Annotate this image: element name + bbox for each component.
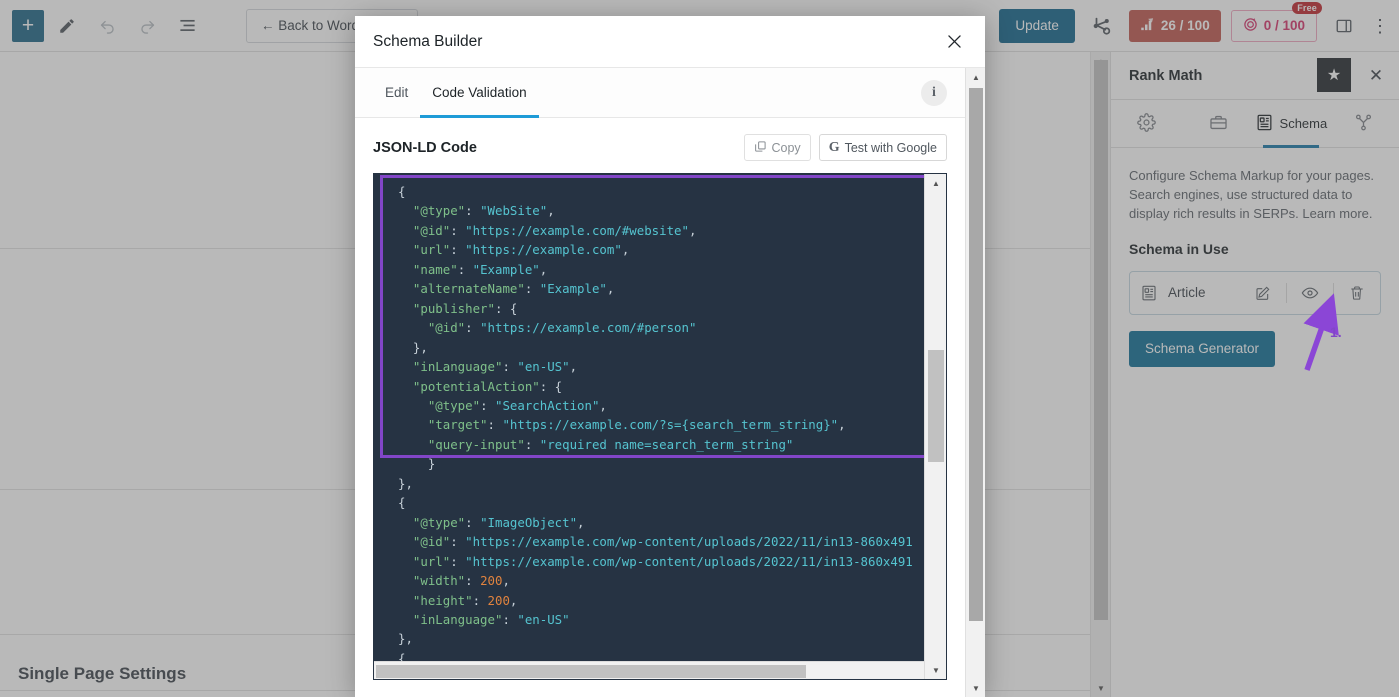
code-line: } bbox=[427, 456, 436, 472]
code-line: }, bbox=[398, 631, 413, 647]
jsonld-code-heading: JSON-LD Code bbox=[373, 139, 477, 156]
code-line: "@id": "https://example.com/#website", bbox=[412, 222, 697, 238]
copy-button[interactable]: Copy bbox=[743, 134, 811, 161]
tab-code-validation[interactable]: Code Validation bbox=[420, 68, 539, 118]
code-line: }, bbox=[398, 475, 413, 491]
modal-header: Schema Builder bbox=[355, 16, 985, 68]
test-with-google-button[interactable]: G Test with Google bbox=[818, 134, 947, 161]
modal-scrollbar[interactable]: ▲ ▼ bbox=[965, 68, 985, 697]
code-line: { bbox=[398, 495, 406, 511]
schema-builder-modal: Schema Builder Edit Code Validation i JS… bbox=[355, 16, 985, 697]
code-line: "query-input": "required name=search_ter… bbox=[427, 436, 794, 452]
code-vertical-scrollbar[interactable]: ▲ ▼ bbox=[924, 174, 946, 679]
jsonld-code-editor[interactable]: { "@type": "WebSite", "@id": "https://ex… bbox=[373, 173, 947, 680]
modal-scrollbar-thumb[interactable] bbox=[969, 88, 983, 621]
google-g-icon: G bbox=[828, 139, 840, 155]
code-line: "url": "https://example.com", bbox=[412, 242, 630, 258]
code-line: "@type": "WebSite", bbox=[412, 203, 555, 219]
code-line: }, bbox=[412, 339, 428, 355]
modal-tabs: Edit Code Validation i bbox=[355, 68, 965, 118]
modal-footer-spacer bbox=[355, 680, 965, 697]
code-line: "@id": "https://example.com/#person" bbox=[427, 320, 697, 336]
code-line: "publisher": { bbox=[412, 300, 518, 316]
code-line: "inLanguage": "en-US" bbox=[412, 611, 570, 627]
modal-content: Edit Code Validation i JSON-LD Code Copy bbox=[355, 68, 965, 697]
code-scroll-up-arrow-icon[interactable]: ▲ bbox=[925, 174, 946, 192]
code-section-header: JSON-LD Code Copy G Test with Google bbox=[355, 118, 965, 173]
modal-body: Edit Code Validation i JSON-LD Code Copy bbox=[355, 68, 985, 697]
tab-edit-label: Edit bbox=[385, 85, 409, 100]
info-icon[interactable]: i bbox=[921, 79, 947, 106]
jsonld-code-text: { "@type": "WebSite", "@id": "https://ex… bbox=[374, 174, 924, 661]
code-line: "@type": "ImageObject", bbox=[412, 514, 585, 530]
code-line: "height": 200, bbox=[412, 592, 518, 608]
code-action-buttons: Copy G Test with Google bbox=[743, 134, 947, 161]
modal-close-icon[interactable] bbox=[941, 29, 967, 55]
code-line: "name": "Example", bbox=[412, 261, 548, 277]
code-hscrollbar-thumb[interactable] bbox=[376, 665, 806, 678]
test-with-google-label: Test with Google bbox=[844, 140, 937, 155]
code-line: "inLanguage": "en-US", bbox=[412, 359, 578, 375]
copy-label: Copy bbox=[771, 140, 801, 155]
modal-title: Schema Builder bbox=[373, 32, 483, 50]
code-horizontal-scrollbar[interactable] bbox=[374, 661, 924, 679]
code-line: { bbox=[398, 184, 406, 199]
copy-icon bbox=[754, 140, 767, 156]
tab-edit[interactable]: Edit bbox=[373, 68, 420, 117]
code-scroll-down-arrow-icon[interactable]: ▼ bbox=[925, 661, 946, 679]
modal-scroll-down-arrow-icon[interactable]: ▼ bbox=[966, 679, 985, 697]
code-line: { bbox=[398, 650, 406, 661]
code-line: "@id": "https://example.com/wp-content/u… bbox=[412, 534, 913, 550]
modal-scroll-up-arrow-icon[interactable]: ▲ bbox=[966, 68, 985, 86]
code-scrollbar-thumb[interactable] bbox=[928, 350, 944, 462]
code-line: "width": 200, bbox=[412, 573, 510, 589]
code-line: "url": "https://example.com/wp-content/u… bbox=[412, 553, 913, 569]
code-line: "potentialAction": { bbox=[412, 378, 563, 394]
code-line: "target": "https://example.com/?s={searc… bbox=[427, 417, 846, 433]
tab-code-validation-label: Code Validation bbox=[432, 85, 527, 100]
code-line: "@type": "SearchAction", bbox=[427, 397, 607, 413]
code-line: "alternateName": "Example", bbox=[412, 281, 615, 297]
